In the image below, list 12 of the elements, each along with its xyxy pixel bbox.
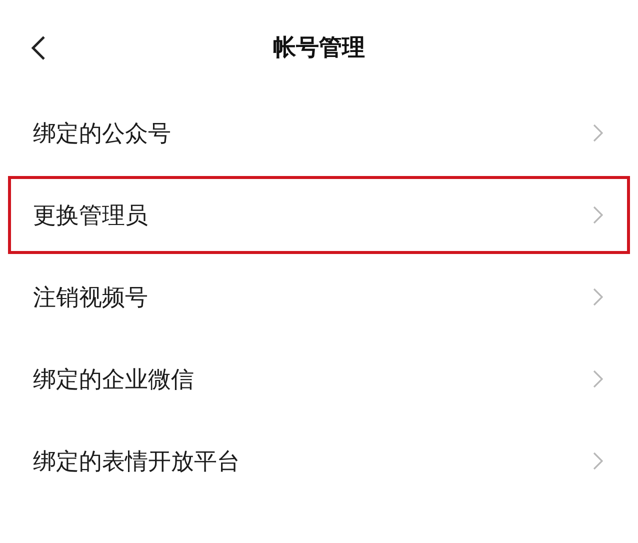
page-title: 帐号管理 [273,34,365,62]
back-icon[interactable] [30,35,46,61]
menu-item[interactable]: 更换管理员 [8,176,630,254]
menu-item[interactable]: 绑定的企业微信 [8,340,630,418]
chevron-icon [593,452,603,470]
chevron-icon [593,124,603,142]
menu-item[interactable]: 绑定的公众号 [8,94,630,172]
menu-item[interactable]: 注销视频号 [8,258,630,336]
chevron-icon [593,206,603,224]
chevron-icon [593,288,603,306]
chevron-icon [593,370,603,388]
menu-item[interactable]: 绑定的表情开放平台 [8,422,630,500]
